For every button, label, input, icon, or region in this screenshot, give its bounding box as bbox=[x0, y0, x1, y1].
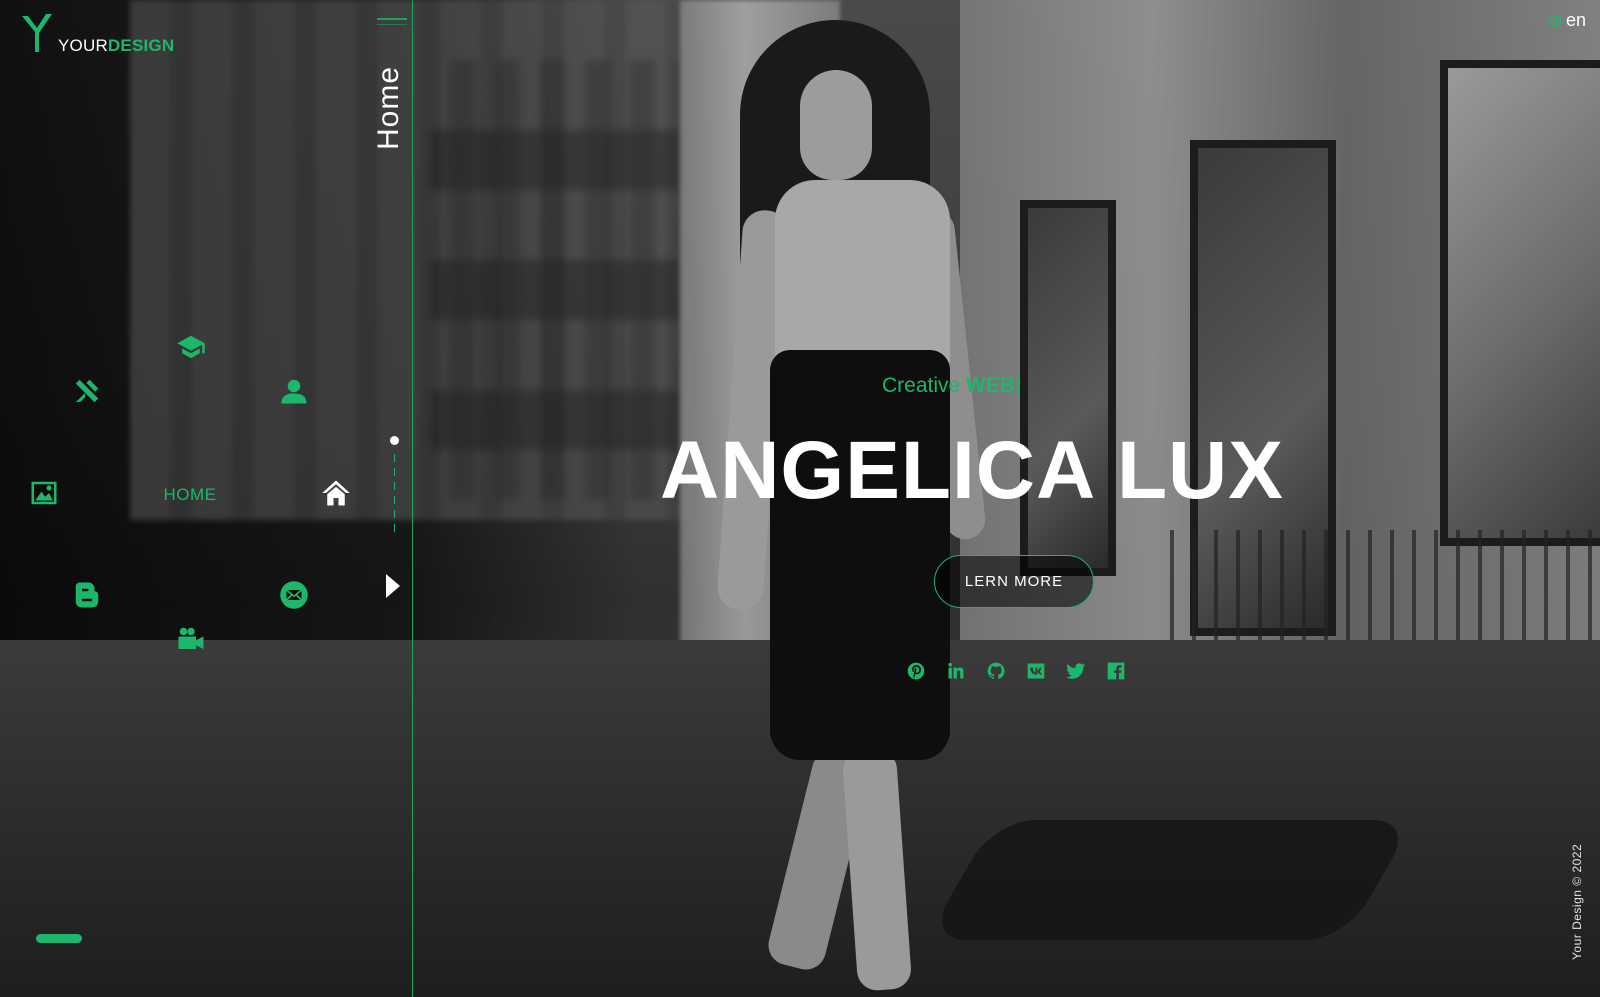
menu-toggle-bar[interactable] bbox=[36, 934, 82, 943]
logo-icon bbox=[22, 14, 52, 52]
linkedin-icon[interactable] bbox=[945, 660, 967, 682]
envelope-icon[interactable] bbox=[277, 578, 311, 612]
page-indicator bbox=[389, 432, 401, 532]
blogger-icon[interactable] bbox=[70, 578, 104, 612]
video-camera-icon[interactable] bbox=[174, 622, 208, 656]
next-arrow-icon[interactable] bbox=[386, 574, 400, 598]
top-accent-line bbox=[377, 18, 407, 20]
logo[interactable]: YOURDESIGN bbox=[18, 12, 174, 54]
home-icon[interactable] bbox=[319, 476, 353, 510]
github-icon[interactable] bbox=[985, 660, 1007, 682]
user-icon[interactable] bbox=[277, 374, 311, 408]
social-links bbox=[905, 660, 1127, 682]
typing-cursor bbox=[1017, 376, 1020, 397]
language-switcher[interactable]: en bbox=[1548, 10, 1586, 31]
learn-more-button[interactable]: LERN MORE bbox=[934, 555, 1094, 608]
graduation-cap-icon[interactable] bbox=[174, 330, 208, 364]
hero-subtitle: Creative WEB bbox=[882, 374, 1020, 398]
hero-title: ANGELICA LUX bbox=[660, 425, 1284, 516]
vk-icon[interactable] bbox=[1025, 660, 1047, 682]
page-label: Home bbox=[372, 65, 405, 150]
language-code: en bbox=[1565, 10, 1586, 30]
menu-home-label[interactable]: HOME bbox=[140, 485, 240, 505]
image-icon[interactable] bbox=[27, 476, 61, 510]
pinterest-icon[interactable] bbox=[905, 660, 927, 682]
tools-icon[interactable] bbox=[70, 374, 104, 408]
sidebar-divider bbox=[412, 0, 413, 997]
twitter-icon[interactable] bbox=[1065, 660, 1087, 682]
globe-icon bbox=[1548, 14, 1562, 27]
facebook-icon[interactable] bbox=[1105, 660, 1127, 682]
logo-text: YOURDESIGN bbox=[58, 36, 175, 55]
active-dot[interactable] bbox=[390, 436, 399, 445]
copyright: Your Design © 2022 bbox=[1570, 843, 1584, 960]
